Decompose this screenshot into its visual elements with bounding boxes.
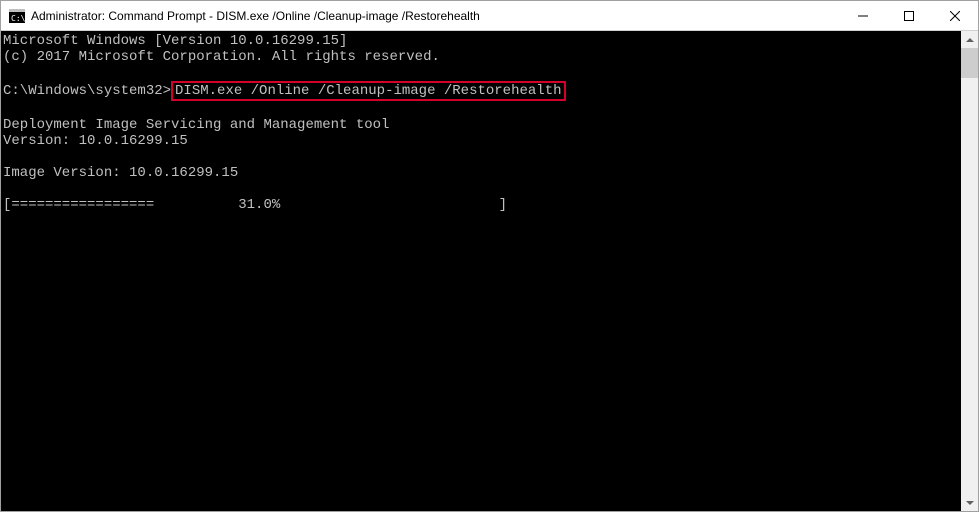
scroll-down-arrow-icon[interactable]	[961, 494, 978, 511]
close-button[interactable]	[932, 1, 978, 30]
cmd-app-icon: C:\	[9, 8, 25, 24]
minimize-button[interactable]	[840, 1, 886, 30]
svg-text:C:\: C:\	[11, 14, 25, 23]
vertical-scrollbar[interactable]	[961, 31, 978, 511]
progress-bar: [================= 31.0% ]	[3, 197, 515, 213]
console-line: Deployment Image Servicing and Managemen…	[3, 117, 389, 133]
command-prompt-window: C:\ Administrator: Command Prompt - DISM…	[0, 0, 979, 512]
maximize-button[interactable]	[886, 1, 932, 30]
console-line: Version: 10.0.16299.15	[3, 133, 188, 149]
console-area: Microsoft Windows [Version 10.0.16299.15…	[1, 31, 978, 511]
scroll-up-arrow-icon[interactable]	[961, 31, 978, 48]
console-line: Image Version: 10.0.16299.15	[3, 165, 238, 181]
console-line: (c) 2017 Microsoft Corporation. All righ…	[3, 49, 440, 65]
window-controls	[840, 1, 978, 30]
console-line: Microsoft Windows [Version 10.0.16299.15…	[3, 33, 347, 49]
command-highlight: DISM.exe /Online /Cleanup-image /Restore…	[171, 81, 565, 101]
scroll-thumb[interactable]	[961, 48, 978, 78]
console-output[interactable]: Microsoft Windows [Version 10.0.16299.15…	[1, 31, 961, 511]
prompt: C:\Windows\system32>	[3, 83, 171, 99]
window-title: Administrator: Command Prompt - DISM.exe…	[31, 9, 840, 23]
titlebar[interactable]: C:\ Administrator: Command Prompt - DISM…	[1, 1, 978, 31]
